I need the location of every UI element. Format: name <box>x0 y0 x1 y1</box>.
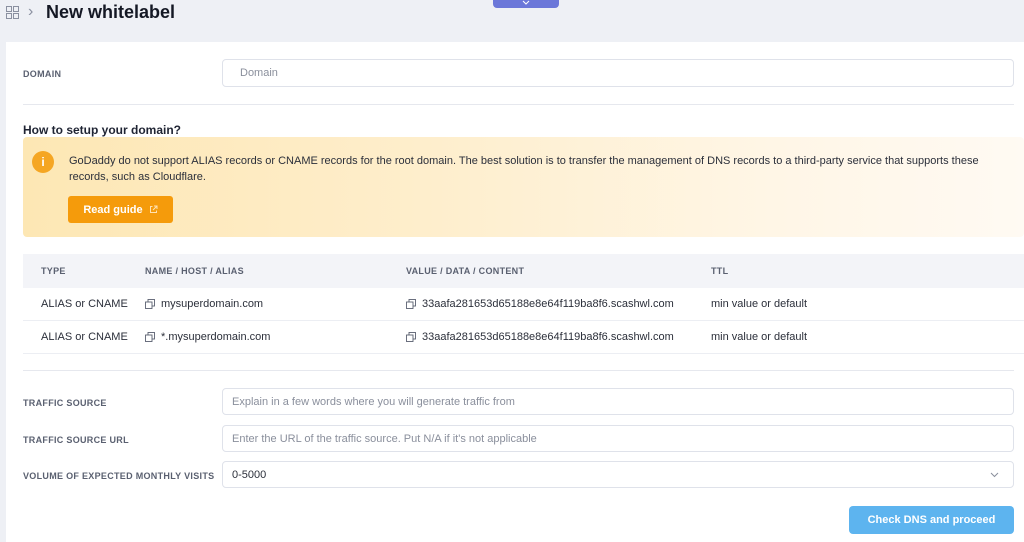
record-name-cell: mysuperdomain.com <box>145 288 263 320</box>
table-row: ALIAS or CNAME *.mysuperdomain.com 33aaf… <box>23 321 1024 354</box>
divider <box>23 370 1014 371</box>
traffic-source-placeholder: Explain in a few words where you will ge… <box>232 395 515 408</box>
copy-icon[interactable] <box>406 299 416 309</box>
read-guide-label: Read guide <box>83 203 143 216</box>
traffic-source-label: TRAFFIC SOURCE <box>23 398 107 408</box>
table-row: ALIAS or CNAME mysuperdomain.com 33aafa2… <box>23 288 1024 321</box>
record-name: *.mysuperdomain.com <box>161 331 271 343</box>
record-ttl: min value or default <box>711 331 807 343</box>
header-value: VALUE / DATA / CONTENT <box>406 266 525 276</box>
record-name: mysuperdomain.com <box>161 298 264 310</box>
domain-input[interactable]: Domain <box>222 59 1014 87</box>
record-ttl: min value or default <box>711 298 807 310</box>
breadcrumb-separator: › <box>28 3 34 20</box>
copy-icon[interactable] <box>145 332 155 342</box>
read-guide-button[interactable]: Read guide <box>68 196 173 223</box>
record-name-cell: *.mysuperdomain.com <box>145 321 270 353</box>
record-type: ALIAS or CNAME <box>41 298 128 310</box>
record-value: 33aafa281653d65188e8e64f119ba8f6.scashwl… <box>422 331 674 343</box>
check-dns-button[interactable]: Check DNS and proceed <box>849 506 1014 534</box>
page-title: New whitelabel <box>46 2 176 22</box>
top-bar: › New whitelabel <box>0 0 1024 40</box>
setup-title: How to setup your domain? <box>23 123 181 137</box>
monthly-visits-label: VOLUME OF EXPECTED MONTHLY VISITS <box>23 471 215 481</box>
info-icon: i <box>32 151 54 173</box>
copy-icon[interactable] <box>406 332 416 342</box>
header-ttl: TTL <box>711 266 729 276</box>
record-value: 33aafa281653d65188e8e64f119ba8f6.scashwl… <box>422 298 674 310</box>
table-header: TYPE NAME / HOST / ALIAS VALUE / DATA / … <box>23 254 1024 288</box>
traffic-source-url-placeholder: Enter the URL of the traffic source. Put… <box>232 432 537 445</box>
alert-text: GoDaddy do not support ALIAS records or … <box>69 155 979 183</box>
chevron-down-icon <box>990 472 999 478</box>
copy-icon[interactable] <box>145 299 155 309</box>
traffic-source-input[interactable]: Explain in a few words where you will ge… <box>222 388 1014 415</box>
dns-records-table: TYPE NAME / HOST / ALIAS VALUE / DATA / … <box>23 254 1024 354</box>
apps-grid-icon[interactable] <box>6 6 19 19</box>
divider <box>23 104 1014 105</box>
monthly-visits-select[interactable]: 0-5000 <box>222 461 1014 488</box>
record-value-cell: 33aafa281653d65188e8e64f119ba8f6.scashwl… <box>406 288 674 320</box>
monthly-visits-value: 0-5000 <box>232 468 267 481</box>
check-dns-label: Check DNS and proceed <box>867 514 996 526</box>
chevron-down-icon <box>522 0 530 5</box>
record-type: ALIAS or CNAME <box>41 331 128 343</box>
header-name: NAME / HOST / ALIAS <box>145 266 244 276</box>
external-link-icon <box>149 205 158 213</box>
header-type: TYPE <box>41 266 66 276</box>
traffic-source-url-label: TRAFFIC SOURCE URL <box>23 435 129 445</box>
whitelabel-form: DOMAIN Domain How to setup your domain? … <box>6 42 1024 542</box>
record-value-cell: 33aafa281653d65188e8e64f119ba8f6.scashwl… <box>406 321 674 353</box>
dns-warning-alert: i GoDaddy do not support ALIAS records o… <box>23 137 1024 237</box>
domain-placeholder: Domain <box>240 67 278 79</box>
domain-label: DOMAIN <box>23 69 62 79</box>
traffic-source-url-input[interactable]: Enter the URL of the traffic source. Put… <box>222 425 1014 452</box>
collapse-tab[interactable] <box>493 0 559 8</box>
